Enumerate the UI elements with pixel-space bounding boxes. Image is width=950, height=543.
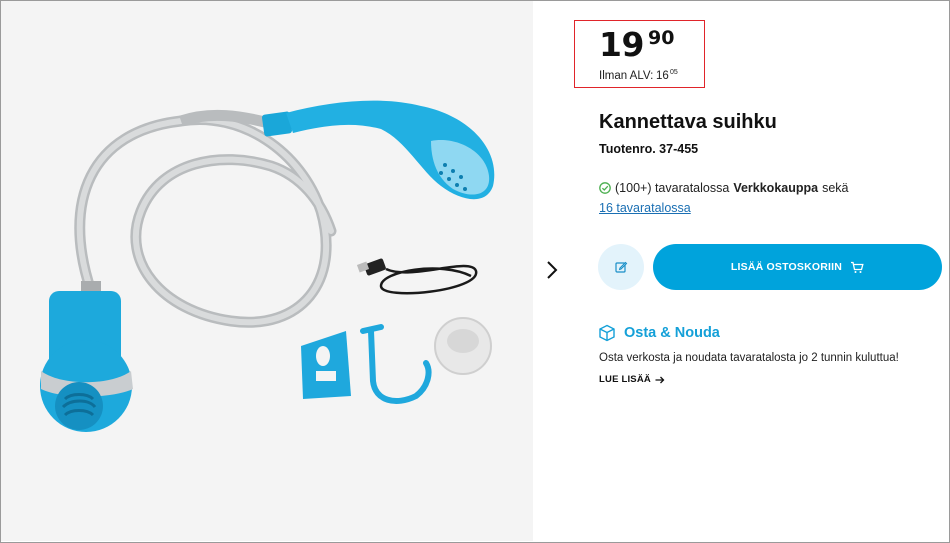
click-collect-title: Osta & Nouda (624, 325, 720, 341)
add-to-cart-label: LISÄÄ OSTOSKORIIN (730, 261, 843, 273)
edit-button[interactable] (598, 244, 644, 290)
read-more-label: LUE LISÄÄ (599, 374, 651, 385)
product-sku: Tuotenro. 37-455 (599, 142, 699, 156)
vat-price-cents: 05 (670, 69, 678, 76)
box-icon (599, 324, 615, 342)
arrow-right-icon (655, 376, 665, 383)
edit-icon (615, 261, 628, 273)
read-more-link[interactable]: LUE LISÄÄ (599, 374, 665, 385)
availability-prefix: (100+) tavaratalossa (615, 181, 730, 195)
chevron-right-icon (547, 261, 558, 279)
click-collect-description: Osta verkosta ja noudata tavaratalosta j… (599, 352, 899, 364)
check-circle-icon (599, 182, 611, 194)
cart-icon (851, 261, 864, 273)
next-image-button[interactable] (538, 254, 566, 286)
add-to-cart-button[interactable]: LISÄÄ OSTOSKORIIN (653, 244, 942, 290)
availability-suffix: sekä (822, 181, 849, 195)
vat-price-whole: 16 (656, 70, 669, 82)
availability-text: (100+) tavaratalossa Verkkokauppa sekä (599, 181, 848, 195)
price-whole: 19 (599, 25, 644, 64)
price-box: 19 90 Ilman ALV: 16 05 (574, 20, 705, 88)
product-image[interactable] (1, 1, 533, 541)
vat-label: Ilman ALV: (599, 70, 654, 82)
availability-store: Verkkokauppa (733, 181, 819, 195)
click-collect-heading: Osta & Nouda (598, 324, 720, 342)
product-title: Kannettava suihku (599, 111, 777, 133)
price-cents: 90 (648, 27, 675, 49)
store-availability-link[interactable]: 16 tavaratalossa (599, 201, 691, 215)
